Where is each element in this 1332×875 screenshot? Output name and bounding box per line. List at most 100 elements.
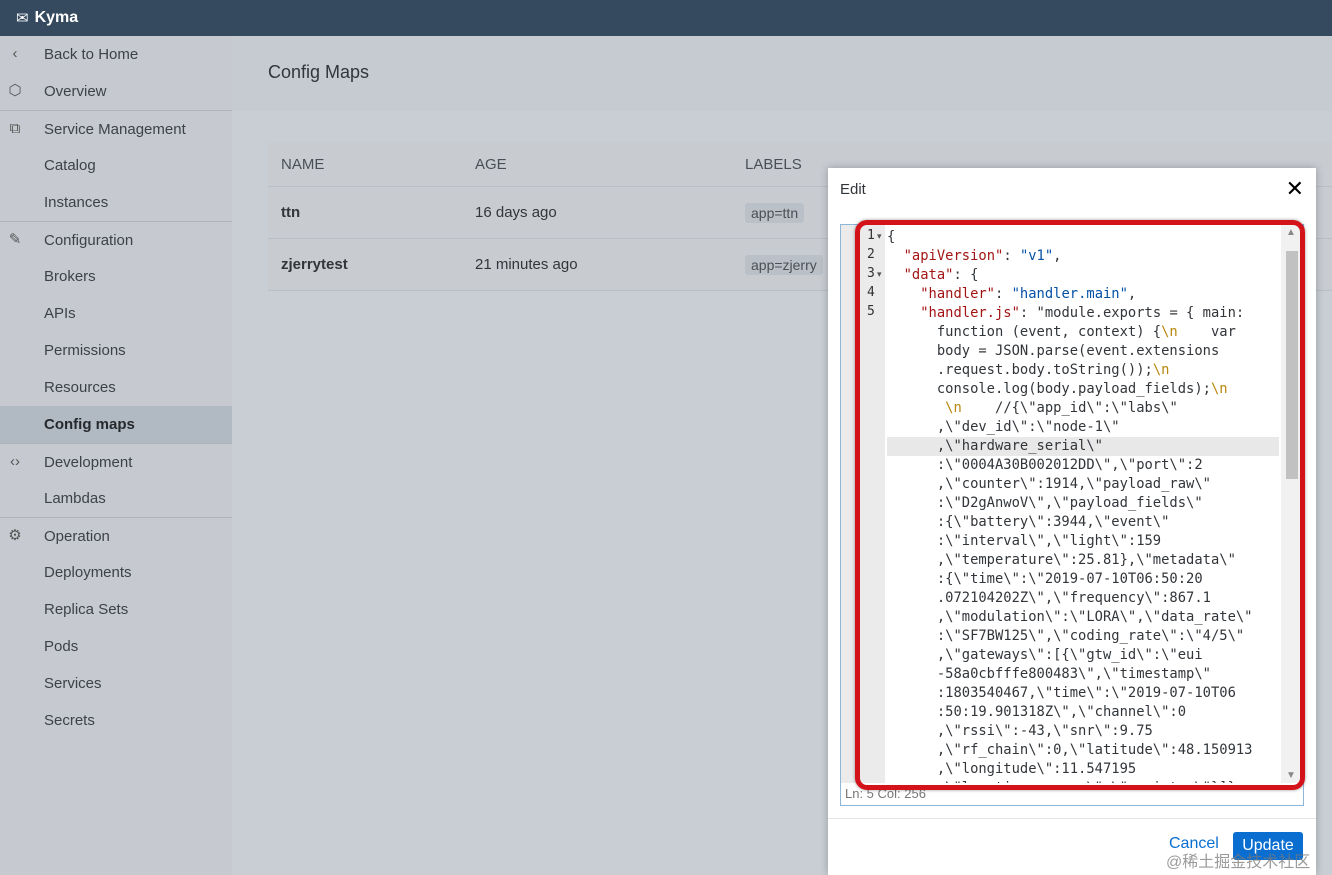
sidebar-item-catalog[interactable]: Catalog	[0, 147, 232, 184]
row-name[interactable]: zjerrytest	[281, 239, 348, 290]
column-header-age[interactable]: AGE	[475, 142, 507, 186]
sidebar-item-label: Overview	[44, 83, 107, 100]
code-line[interactable]: ,\"rf_chain\":0,\"latitude\":48.150913	[887, 741, 1279, 760]
code-line[interactable]: :\"interval\",\"light\":159	[887, 532, 1279, 551]
sidebar-item-deployments[interactable]: Deployments	[0, 554, 232, 591]
code-line[interactable]: .request.body.toString());\n	[887, 361, 1279, 380]
row-age: 21 minutes ago	[475, 256, 578, 273]
code-line[interactable]: "apiVersion": "v1",	[887, 247, 1279, 266]
code-line[interactable]: \n //{\"app_id\":\"labs\"	[887, 399, 1279, 418]
sidebar-item-pods[interactable]: Pods	[0, 628, 232, 665]
code-line[interactable]: ,\"gateways\":[{\"gtw_id\":\"eui	[887, 646, 1279, 665]
sidebar-item-configuration[interactable]: ✎ Configuration	[0, 221, 232, 258]
code-line[interactable]: ,\"rssi\":-43,\"snr\":9.75	[887, 722, 1279, 741]
code-line[interactable]: "handler": "handler.main",	[887, 285, 1279, 304]
code-line[interactable]: -58a0cbfffe800483\",\"timestamp\"	[887, 665, 1279, 684]
sidebar-item-label: Config maps	[44, 416, 135, 433]
edit-icon: ✎	[8, 231, 22, 248]
code-line[interactable]: :1803540467,\"time\":\"2019-07-10T06	[887, 684, 1279, 703]
line-number-gutter: 1 ▾ 2 3 ▾ 4 5	[841, 225, 885, 783]
column-header-labels[interactable]: LABELS	[745, 142, 802, 186]
code-line[interactable]: ,\"counter\":1914,\"payload_raw\"	[887, 475, 1279, 494]
code-line[interactable]: .072104202Z\",\"frequency\":867.1	[887, 589, 1279, 608]
sidebar-item-resources[interactable]: Resources	[0, 369, 232, 406]
close-icon[interactable]: ✕	[1286, 176, 1304, 202]
sidebar-item-label: Catalog	[44, 157, 96, 174]
hexagon-icon: ⬡	[8, 82, 22, 99]
sidebar-item-overview[interactable]: ⬡ Overview	[0, 73, 232, 110]
sidebar-item-label: Lambdas	[44, 490, 106, 507]
watermark: @稀土掘金技术社区	[1166, 854, 1311, 871]
code-line[interactable]: body = JSON.parse(event.extensions	[887, 342, 1279, 361]
sidebar-item-development[interactable]: ‹› Development	[0, 443, 232, 480]
modal-title: Edit	[840, 181, 866, 198]
scroll-up-icon[interactable]: ▲	[1286, 227, 1296, 238]
code-content[interactable]: { "apiVersion": "v1", "data": { "handler…	[887, 228, 1279, 783]
code-line[interactable]: :{\"time\":\"2019-07-10T06:50:20	[887, 570, 1279, 589]
sidebar-item-brokers[interactable]: Brokers	[0, 258, 232, 295]
code-line[interactable]: :\"D2gAnwoV\",\"payload_fields\"	[887, 494, 1279, 513]
column-header-name[interactable]: NAME	[281, 142, 324, 186]
sidebar-item-label: Pods	[44, 638, 79, 655]
sidebar-item-label: Back to Home	[44, 46, 139, 63]
sidebar-item-label: Instances	[44, 194, 109, 211]
row-name[interactable]: ttn	[281, 187, 300, 238]
edit-modal: Edit ✕ 1 ▾ 2 3 ▾ 4 5 { "apiVersion": "v1", "da…	[828, 168, 1316, 875]
code-line[interactable]: :50:19.901318Z\",\"channel\":0	[887, 703, 1279, 722]
code-icon: ‹›	[10, 453, 20, 470]
app-title[interactable]: Kyma	[35, 9, 79, 27]
scroll-down-icon[interactable]: ▼	[1286, 770, 1296, 781]
code-line[interactable]: ,\"temperature\":25.81},\"metadata\"	[887, 551, 1279, 570]
code-editor[interactable]: 1 ▾ 2 3 ▾ 4 5 { "apiVersion": "v1", "data": { …	[840, 224, 1304, 806]
sidebar-item-services[interactable]: Services	[0, 665, 232, 702]
fold-toggle-icon[interactable]: ▾	[877, 231, 882, 242]
fold-toggle-icon[interactable]: ▾	[877, 269, 882, 280]
sidebar-item-instances[interactable]: Instances	[0, 184, 232, 221]
line-number: 1	[867, 228, 875, 243]
code-line[interactable]: function (event, context) {\n var	[887, 323, 1279, 342]
code-line[interactable]: {	[887, 228, 1279, 247]
chevron-left-icon: ‹	[12, 45, 18, 62]
sidebar-item-back-to-home[interactable]: ‹ Back to Home	[0, 36, 232, 73]
line-number: 2	[867, 247, 875, 262]
sidebar-item-label: Deployments	[44, 564, 132, 581]
code-line[interactable]: ,\"modulation\":\"LORA\",\"data_rate\"	[887, 608, 1279, 627]
sidebar-item-permissions[interactable]: Permissions	[0, 332, 232, 369]
sidebar-item-lambdas[interactable]: Lambdas	[0, 480, 232, 517]
label-badge: app=zjerry	[745, 254, 823, 275]
sidebar-item-apis[interactable]: APIs	[0, 295, 232, 332]
code-line[interactable]: :\"0004A30B002012DD\",\"port\":2	[887, 456, 1279, 475]
scrollbar-thumb[interactable]	[1286, 251, 1298, 479]
sidebar-item-label: Replica Sets	[44, 601, 129, 618]
sidebar-item-secrets[interactable]: Secrets	[0, 702, 232, 739]
label-badge: app=ttn	[745, 202, 805, 223]
line-number: 3	[867, 266, 875, 281]
sidebar-item-label: APIs	[44, 305, 76, 322]
editor-scrollbar[interactable]: ▲ ▼	[1281, 225, 1303, 783]
code-line[interactable]: "data": {	[887, 266, 1279, 285]
sidebar-item-label: Brokers	[44, 268, 96, 285]
sidebar-item-label: Permissions	[44, 342, 126, 359]
sidebar-item-label: Resources	[44, 379, 116, 396]
row-age: 16 days ago	[475, 204, 557, 221]
sidebar-item-replica-sets[interactable]: Replica Sets	[0, 591, 232, 628]
code-line[interactable]: :{\"battery\":3944,\"event\"	[887, 513, 1279, 532]
code-line[interactable]: ,\"hardware_serial\"	[887, 437, 1279, 456]
service-icon: ⧉	[9, 120, 21, 137]
shell-header: ✉ Kyma	[0, 0, 1332, 36]
sidebar-item-label: Services	[44, 675, 102, 692]
code-line[interactable]: "handler.js": "module.exports = { main:	[887, 304, 1279, 323]
page-header: Config Maps	[232, 36, 1332, 111]
line-number: 5	[867, 304, 875, 319]
editor-status: Ln: 5 Col: 256	[841, 783, 1303, 805]
sidebar-item-operation[interactable]: ⚙ Operation	[0, 517, 232, 554]
page-title: Config Maps	[268, 62, 370, 82]
code-line[interactable]: :\"SF7BW125\",\"coding_rate\":\"4/5\"	[887, 627, 1279, 646]
operation-icon: ⚙	[8, 527, 22, 544]
kyma-logo-icon[interactable]: ✉	[16, 9, 29, 27]
sidebar-item-config-maps[interactable]: Config maps	[0, 406, 232, 443]
code-line[interactable]: console.log(body.payload_fields);\n	[887, 380, 1279, 399]
code-line[interactable]: ,\"dev_id\":\"node-1\"	[887, 418, 1279, 437]
sidebar-item-service-management[interactable]: ⧉ Service Management	[0, 110, 232, 147]
code-line[interactable]: ,\"longitude\":11.547195	[887, 760, 1279, 779]
